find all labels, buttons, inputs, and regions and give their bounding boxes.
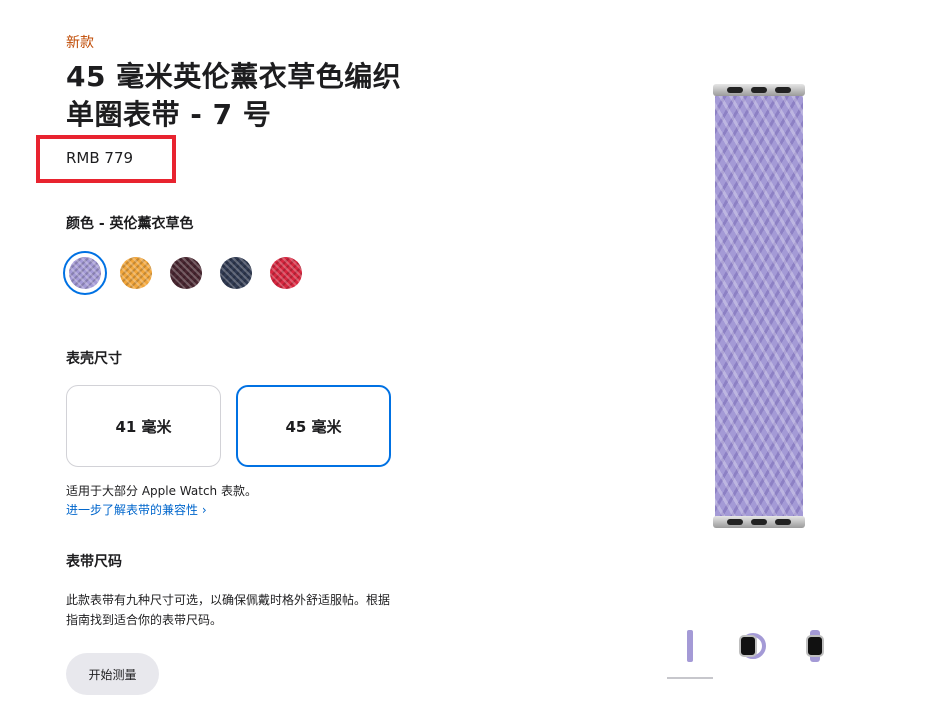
case-size-41mm-button[interactable]: 41 毫米 bbox=[66, 385, 221, 467]
band-size-label: 表带尺码 bbox=[66, 554, 122, 570]
start-measure-button[interactable]: 开始测量 bbox=[66, 653, 159, 695]
swatch-red[interactable] bbox=[270, 257, 302, 289]
new-badge: 新款 bbox=[66, 35, 94, 51]
swatch-lavender[interactable] bbox=[63, 251, 107, 295]
compatibility-text: 适用于大部分 Apple Watch 表款。 bbox=[66, 484, 257, 498]
swatch-orange[interactable] bbox=[120, 257, 152, 289]
watch-face-icon bbox=[739, 635, 757, 657]
product-price: RMB 779 bbox=[66, 149, 134, 167]
color-label: 颜色 - 英伦薰衣草色 bbox=[66, 216, 194, 232]
swatch-navy[interactable] bbox=[220, 257, 252, 289]
band-bottom-connector bbox=[713, 516, 805, 528]
swatch-dark-cherry[interactable] bbox=[170, 257, 202, 289]
thumbnail-band-side[interactable] bbox=[687, 630, 693, 662]
watch-face-icon bbox=[806, 635, 824, 657]
thumbnail-selected-indicator bbox=[667, 677, 713, 679]
compatibility-link[interactable]: 进一步了解表带的兼容性 › bbox=[66, 501, 207, 518]
case-size-45mm-button[interactable]: 45 毫米 bbox=[236, 385, 391, 467]
product-title: 45 毫米英伦薰衣草色编织单圈表带 - 7 号 bbox=[66, 60, 402, 131]
band-product-image bbox=[715, 92, 803, 522]
thumbnail-band-loop[interactable] bbox=[738, 630, 766, 662]
band-size-description: 此款表带有九种尺寸可选，以确保佩戴时格外舒适服帖。根据指南找到适合你的表带尺码。 bbox=[66, 593, 391, 627]
band-top-connector bbox=[713, 84, 805, 96]
case-size-label: 表壳尺寸 bbox=[66, 351, 122, 367]
thumbnail-band-on-watch[interactable] bbox=[806, 630, 824, 662]
